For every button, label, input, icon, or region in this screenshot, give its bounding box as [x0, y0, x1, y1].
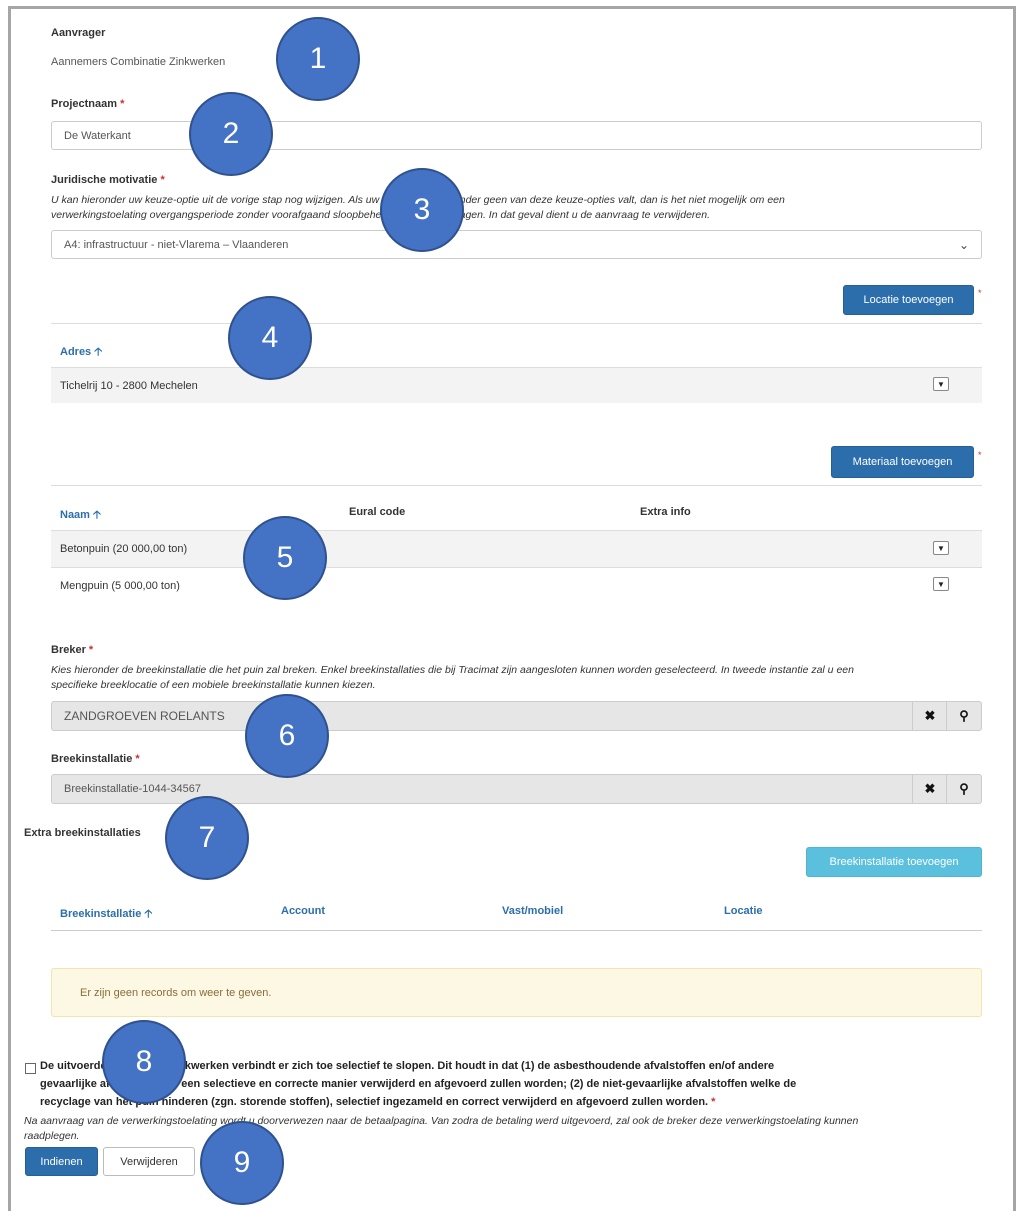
- materiaal-cell: Betonpuin (20 000,00 ton): [60, 543, 188, 555]
- projectnaam-label: Projectnaam *: [51, 98, 125, 110]
- locatie-toevoegen-button[interactable]: Locatie toevoegen: [843, 285, 974, 315]
- search-icon[interactable]: ⚲: [946, 774, 981, 804]
- table-row: Betonpuin (20 000,00 ton): [51, 530, 982, 567]
- column-header-naam[interactable]: Naam 🡡: [60, 506, 101, 525]
- juridische-label: Juridische motivatie *: [51, 174, 165, 186]
- juridische-help: U kan hieronder uw keuze-optie uit de vo…: [51, 194, 785, 221]
- table-row: Mengpuin (5 000,00 ton): [51, 567, 982, 603]
- marker-2: 2: [189, 92, 273, 176]
- arrow-up-icon: 🡡: [94, 346, 103, 358]
- declaration-checkbox[interactable]: [25, 1063, 36, 1074]
- breker-value: ZANDGROEVEN ROELANTS: [64, 709, 225, 723]
- materiaal-cell: Mengpuin (5 000,00 ton): [60, 579, 180, 592]
- breker-label: Breker *: [51, 644, 94, 656]
- juridische-select[interactable]: A4: infrastructuur - niet-Vlarema – Vlaa…: [51, 230, 982, 259]
- locatie-required: *: [978, 288, 982, 298]
- column-header-vast-mobiel[interactable]: Vast/mobiel: [502, 905, 563, 917]
- marker-3: 3: [380, 168, 464, 252]
- breker-input[interactable]: ZANDGROEVEN ROELANTS: [51, 701, 982, 731]
- breekinstallatie-value: Breekinstallatie-1044-34567: [64, 783, 201, 795]
- materiaal-required: *: [978, 450, 982, 460]
- column-header-eural[interactable]: Eural code: [349, 506, 405, 518]
- divider: [51, 323, 982, 324]
- materiaal-toevoegen-button[interactable]: Materiaal toevoegen: [831, 446, 974, 478]
- arrow-up-icon: 🡡: [144, 908, 153, 920]
- marker-9: 9: [200, 1121, 284, 1205]
- column-header-adres[interactable]: Adres 🡡: [60, 343, 102, 362]
- breekinstallatie-label: Breekinstallatie *: [51, 753, 140, 765]
- chevron-down-icon[interactable]: ▼: [933, 541, 949, 555]
- column-header-account[interactable]: Account: [281, 905, 325, 917]
- chevron-down-icon[interactable]: ▼: [933, 577, 949, 591]
- divider: [51, 485, 982, 486]
- indienen-button[interactable]: Indienen: [25, 1147, 98, 1176]
- payment-note: Na aanvraag van de verwerkingstoelating …: [24, 1115, 859, 1142]
- column-header-breekinstallatie[interactable]: Breekinstallatie 🡡: [60, 905, 152, 924]
- marker-4: 4: [228, 296, 312, 380]
- marker-7: 7: [165, 796, 249, 880]
- verwijderen-button[interactable]: Verwijderen: [103, 1147, 195, 1176]
- arrow-up-icon: 🡡: [93, 509, 101, 521]
- table-row: Tichelrij 10 - 2800 Mechelen: [51, 367, 982, 403]
- column-header-extra[interactable]: Extra info: [640, 506, 691, 518]
- marker-5: 5: [243, 516, 327, 600]
- times-icon[interactable]: ✖: [912, 701, 947, 731]
- breker-help: Kies hieronder de breekinstallatie die h…: [51, 664, 854, 691]
- juridische-selected: A4: infrastructuur - niet-Vlarema – Vlaa…: [64, 238, 289, 251]
- breekinstallatie-toevoegen-button[interactable]: Breekinstallatie toevoegen: [806, 847, 982, 877]
- extra-label: Extra breekinstallaties: [24, 827, 141, 839]
- empty-records-alert: Er zijn geen records om weer te geven.: [51, 968, 982, 1017]
- times-icon[interactable]: ✖: [912, 774, 947, 804]
- aanvrager-value: Aannemers Combinatie Zinkwerken: [51, 56, 226, 68]
- column-header-locatie[interactable]: Locatie: [724, 905, 763, 917]
- search-icon[interactable]: ⚲: [946, 701, 981, 731]
- divider: [51, 930, 982, 931]
- chevron-down-icon: ⌄: [958, 237, 969, 252]
- adres-cell: Tichelrij 10 - 2800 Mechelen: [60, 379, 198, 392]
- marker-6: 6: [245, 694, 329, 778]
- marker-1: 1: [276, 17, 360, 101]
- aanvrager-label: Aanvrager: [51, 27, 106, 39]
- chevron-down-icon[interactable]: ▼: [933, 377, 949, 391]
- marker-8: 8: [102, 1020, 186, 1104]
